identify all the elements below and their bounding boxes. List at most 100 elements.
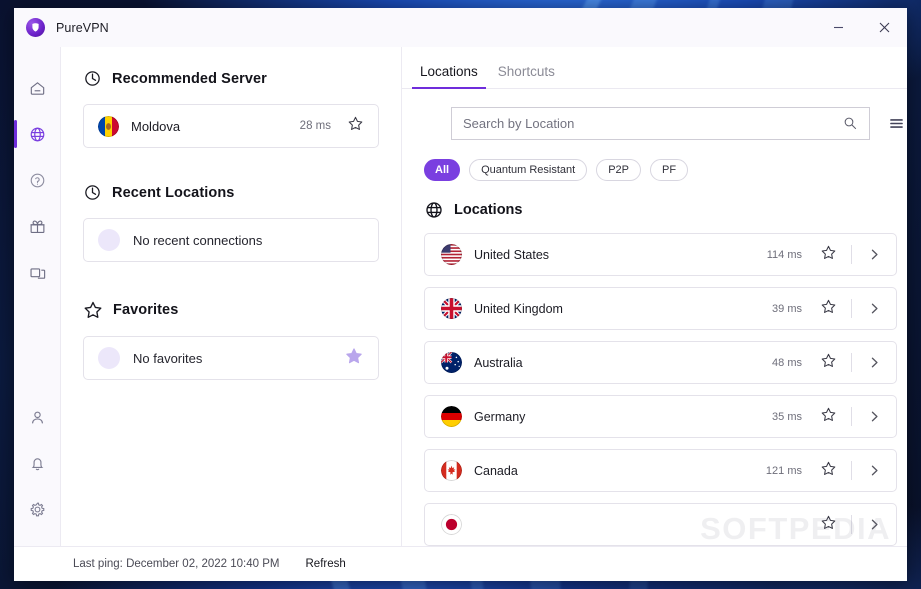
location-ping: 35 ms	[772, 410, 802, 423]
filter-chip-pf[interactable]: PF	[650, 159, 689, 181]
left-panel: Recommended Server Moldova 28 ms Recent …	[60, 47, 401, 546]
locations-list-header: Locations	[402, 181, 907, 220]
gear-icon	[30, 502, 44, 516]
icon-rail-bottom	[14, 394, 60, 546]
favorite-star-icon[interactable]	[820, 244, 837, 266]
filter-chip-p2p[interactable]: P2P	[596, 159, 642, 181]
location-country: Germany	[474, 409, 526, 424]
uk-flag-icon	[441, 298, 462, 319]
star-filled-icon	[344, 346, 364, 371]
moldova-flag-icon	[98, 115, 119, 137]
window-body: Recommended Server Moldova 28 ms Recent …	[14, 47, 907, 546]
table-row[interactable]: Canada 121 ms	[424, 449, 897, 492]
jp-flag-icon	[441, 514, 462, 535]
home-icon	[30, 81, 44, 95]
tab-bar: Locations Shortcuts	[402, 47, 907, 89]
desktop-background: PureVPN Recommended Server Moldova 28 ms…	[0, 0, 921, 589]
filter-menu-icon[interactable]	[885, 113, 907, 135]
app-brand: PureVPN	[14, 18, 109, 37]
recent-locations-empty-text: No recent connections	[133, 232, 263, 248]
chevron-right-icon[interactable]	[852, 464, 896, 477]
search-input[interactable]	[463, 116, 843, 131]
favorite-star-icon[interactable]	[820, 460, 837, 482]
app-title: PureVPN	[56, 20, 109, 35]
recommended-server-card[interactable]: Moldova 28 ms	[83, 104, 379, 148]
table-row[interactable]: United States 114 ms	[424, 233, 897, 276]
tab-shortcuts-label: Shortcuts	[497, 64, 555, 79]
icon-rail	[14, 47, 60, 546]
favorites-empty-text: No favorites	[133, 350, 203, 366]
refresh-button[interactable]: Refresh	[301, 556, 350, 572]
sidebar-item-help[interactable]	[14, 157, 60, 203]
location-country: Canada	[474, 463, 518, 478]
favorite-star-icon[interactable]	[820, 298, 837, 320]
locations-list[interactable]: United States 114 ms United Kingdom 39 m…	[402, 233, 907, 546]
chevron-right-icon[interactable]	[852, 302, 896, 315]
chevron-right-icon[interactable]	[852, 518, 896, 531]
clock-icon	[85, 71, 100, 86]
favorites-empty-card: No favorites	[83, 336, 379, 380]
location-ping: 121 ms	[765, 464, 802, 477]
search-row	[402, 89, 907, 140]
minimize-icon	[833, 26, 843, 29]
filter-chip-pf-label: PF	[662, 164, 677, 176]
search-box[interactable]	[451, 107, 870, 140]
de-flag-icon	[441, 406, 462, 427]
favorite-star-icon[interactable]	[820, 352, 837, 374]
chevron-right-icon[interactable]	[852, 356, 896, 369]
filter-chips: All Quantum Resistant P2P PF	[402, 140, 907, 181]
filter-chip-all-label: All	[435, 164, 450, 176]
bell-icon	[31, 457, 43, 470]
purevpn-shield-logo-icon	[26, 18, 45, 37]
close-icon	[879, 22, 889, 33]
tab-shortcuts[interactable]: Shortcuts	[490, 59, 563, 88]
sidebar-item-locations[interactable]	[14, 111, 60, 157]
chevron-right-icon[interactable]	[852, 248, 896, 261]
location-ping: 48 ms	[772, 356, 802, 369]
sidebar-item-notifications[interactable]	[14, 440, 60, 486]
minimize-button[interactable]	[815, 8, 861, 47]
status-bar: Last ping: December 02, 2022 10:40 PM Re…	[14, 546, 907, 581]
favorite-star-icon[interactable]	[820, 514, 837, 536]
window-controls	[815, 8, 907, 47]
right-panel: Locations Shortcuts Search by Location A…	[401, 47, 907, 546]
location-ping: 114 ms	[766, 248, 802, 261]
globe-icon	[30, 127, 44, 141]
location-country: Australia	[474, 355, 523, 370]
table-row[interactable]: Germany 35 ms	[424, 395, 897, 438]
last-ping-text: Last ping: December 02, 2022 10:40 PM	[73, 558, 280, 570]
table-row[interactable]	[424, 503, 897, 546]
globe-icon	[426, 202, 442, 218]
recommended-server-country: Moldova	[131, 118, 181, 134]
recent-locations-title: Recent Locations	[112, 184, 235, 201]
placeholder-avatar	[98, 229, 120, 251]
placeholder-avatar	[98, 347, 120, 369]
sidebar-item-home[interactable]	[14, 65, 60, 111]
tab-locations-label: Locations	[420, 64, 478, 79]
recent-locations-header: Recent Locations	[83, 183, 379, 202]
recommended-server-ping: 28 ms	[299, 120, 331, 132]
close-button[interactable]	[861, 8, 907, 47]
search-icon[interactable]	[843, 116, 858, 131]
table-row[interactable]: United Kingdom 39 ms	[424, 287, 897, 330]
table-row[interactable]: Australia 48 ms	[424, 341, 897, 384]
favorite-star-icon[interactable]	[347, 115, 364, 137]
purevpn-window: PureVPN Recommended Server Moldova 28 ms…	[14, 8, 907, 581]
sidebar-item-devices[interactable]	[14, 249, 60, 295]
recent-locations-empty-card: No recent connections	[83, 218, 379, 262]
star-icon	[84, 301, 102, 318]
help-icon	[30, 173, 44, 187]
location-country: United Kingdom	[474, 301, 563, 316]
ca-flag-icon	[441, 460, 462, 481]
favorite-star-icon[interactable]	[820, 406, 837, 428]
sidebar-item-account[interactable]	[14, 394, 60, 440]
filter-chip-quantum-resistant[interactable]: Quantum Resistant	[469, 159, 588, 181]
us-flag-icon	[441, 244, 462, 265]
tab-locations[interactable]: Locations	[412, 59, 486, 89]
sidebar-item-rewards[interactable]	[14, 203, 60, 249]
title-bar: PureVPN	[14, 8, 907, 47]
sidebar-item-settings[interactable]	[14, 486, 60, 532]
chevron-right-icon[interactable]	[852, 410, 896, 423]
filter-chip-all[interactable]: All	[424, 159, 461, 181]
